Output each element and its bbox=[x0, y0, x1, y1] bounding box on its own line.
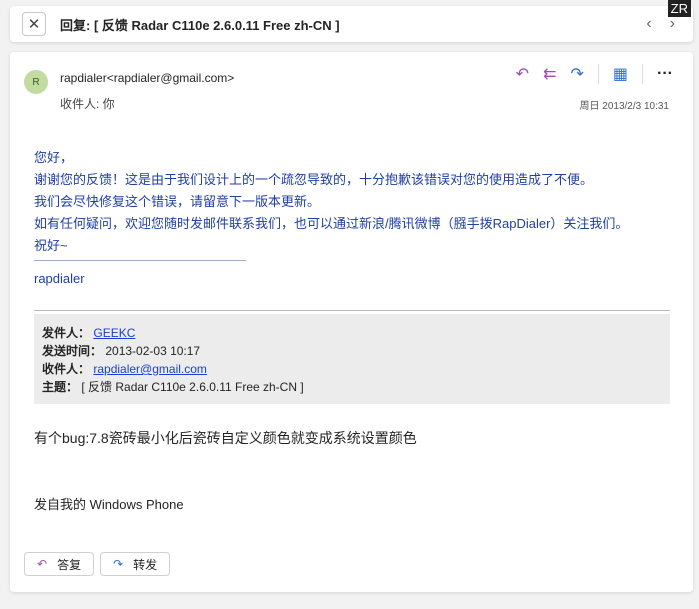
forward-label: 转发 bbox=[133, 557, 158, 572]
reply-button[interactable]: ↶ 答复 bbox=[24, 552, 95, 576]
body-line: 我们会尽快修复这个错误，请留意下一版本更新。 bbox=[34, 194, 321, 209]
body-line: 如有任何疑问，欢迎您随时发邮件联系我们，也可以通过新浪/腾讯微博（膙手拨RapD… bbox=[34, 216, 629, 231]
avatar: R bbox=[24, 70, 48, 94]
sent-from: 发自我的 Windows Phone bbox=[34, 497, 184, 512]
sender[interactable]: rapdialer<rapdialer@gmail.com> bbox=[60, 71, 234, 85]
subject-label: 主题： bbox=[42, 380, 79, 394]
more-options-icon[interactable]: ··· bbox=[657, 65, 673, 83]
quote-divider bbox=[34, 310, 670, 311]
previous-message-button[interactable]: ‹ bbox=[646, 15, 651, 33]
signature-divider bbox=[34, 260, 246, 261]
watermark-badge: ZR bbox=[667, 0, 691, 17]
body-line: 谢谢您的反馈！这是由于我们设计上的一个疏忽导致的，十分抱歉该错误对您的使用造成了… bbox=[34, 172, 594, 187]
next-message-button[interactable]: › bbox=[670, 15, 675, 33]
subject: [ 反馈 Radar C110e 2.6.0.11 Free zh-CN ] bbox=[81, 380, 304, 394]
reply-icon: ↶ bbox=[37, 557, 48, 571]
body-line: 祝好~ bbox=[34, 238, 68, 253]
to-link[interactable]: rapdialer@gmail.com bbox=[93, 362, 207, 376]
recipient: 收件人: 你 bbox=[60, 97, 115, 111]
divider bbox=[597, 64, 599, 84]
sent-time: 2013-02-03 10:17 bbox=[105, 344, 201, 358]
forward-icon[interactable]: ↷ bbox=[570, 64, 583, 84]
close-button[interactable]: ✕ bbox=[22, 12, 46, 36]
to-label: 收件人： bbox=[42, 362, 91, 376]
sent-label: 发送时间： bbox=[42, 344, 103, 358]
received-date: 周日 2013/2/3 10:31 bbox=[579, 101, 669, 112]
quoted-header: 发件人： GEEKC 发送时间： 2013-02-03 10:17 收件人： r… bbox=[34, 314, 670, 404]
close-icon: ✕ bbox=[27, 16, 41, 33]
signature: rapdialer bbox=[34, 271, 85, 286]
divider bbox=[642, 64, 644, 84]
reply-all-icon[interactable]: ⇇ bbox=[543, 64, 556, 84]
forward-icon: ↷ bbox=[113, 557, 124, 571]
reply-label: 答复 bbox=[57, 557, 82, 572]
message-card: R rapdialer<rapdialer@gmail.com> 收件人: 你 … bbox=[10, 52, 693, 592]
from-label: 发件人： bbox=[42, 326, 91, 340]
forward-button[interactable]: ↷ 转发 bbox=[100, 552, 171, 576]
reply-icon[interactable]: ↶ bbox=[516, 64, 529, 84]
quoted-message: 有个bug:7.8瓷砖最小化后瓷砖自定义颜色就变成系统设置颜色 bbox=[34, 430, 417, 446]
message-header-bar: ✕ 回复: [ 反馈 Radar C110e 2.6.0.11 Free zh-… bbox=[10, 6, 693, 42]
body-line: 您好， bbox=[34, 150, 74, 165]
message-body: 您好， 谢谢您的反馈！这是由于我们设计上的一个疏忽导致的，十分抱歉该错误对您的使… bbox=[34, 147, 628, 257]
from-link[interactable]: GEEKC bbox=[93, 326, 135, 340]
message-title: 回复: [ 反馈 Radar C110e 2.6.0.11 Free zh-CN… bbox=[60, 17, 340, 33]
apps-icon[interactable]: ▦ bbox=[613, 64, 628, 84]
